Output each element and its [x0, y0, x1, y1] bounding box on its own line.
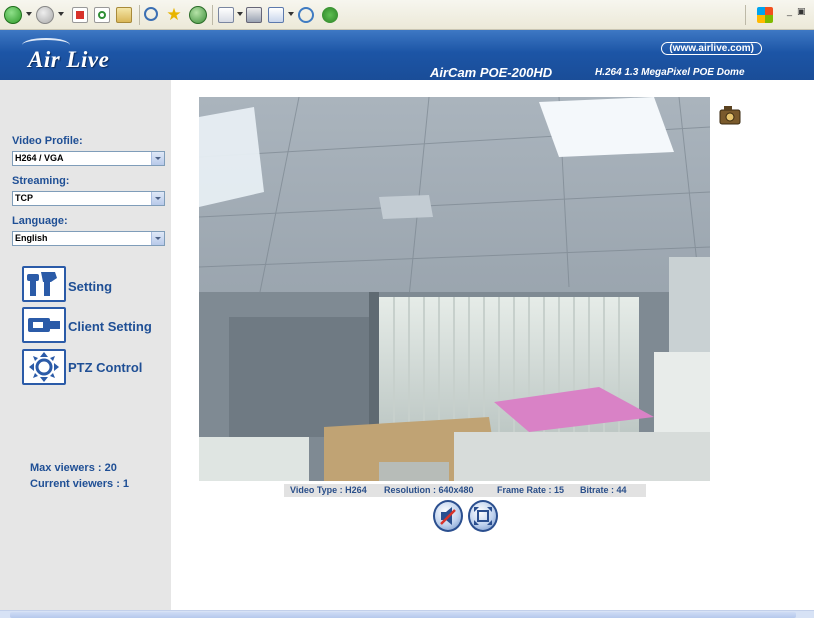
video-profile-select[interactable]: H264 / VGA [12, 151, 165, 166]
print-icon[interactable] [246, 7, 262, 23]
ptz-icon[interactable] [22, 349, 66, 385]
restore-icon[interactable]: ▣ [797, 6, 806, 17]
back-dropdown-icon[interactable] [26, 12, 32, 16]
streaming-value: TCP [15, 193, 33, 203]
video-status-bar: Video Type : H264 Resolution : 640x480 F… [284, 484, 646, 497]
chevron-down-icon[interactable] [151, 152, 164, 165]
forward-dropdown-icon[interactable] [58, 12, 64, 16]
camera-image [199, 97, 710, 481]
messenger-icon[interactable] [322, 7, 338, 23]
stop-icon[interactable] [72, 7, 88, 23]
chevron-down-icon[interactable] [151, 232, 164, 245]
setting-link[interactable]: Setting [68, 279, 112, 294]
streaming-label: Streaming: [12, 175, 70, 187]
minimize-icon[interactable]: _ [787, 6, 792, 16]
snapshot-camera-icon[interactable] [718, 104, 742, 126]
edit-dropdown-icon[interactable] [288, 12, 294, 16]
frame-rate: Frame Rate : 15 [497, 485, 565, 495]
back-icon[interactable] [4, 6, 22, 24]
toolbar-divider [139, 5, 140, 25]
resolution: Resolution : 640x480 [384, 485, 474, 495]
language-select[interactable]: English [12, 231, 165, 246]
search-icon[interactable] [144, 7, 158, 21]
browser-toolbar: ★ _ ▣ [0, 0, 814, 30]
toolbar-divider [745, 5, 746, 25]
chevron-down-icon[interactable] [151, 192, 164, 205]
windows-logo-icon [757, 7, 773, 23]
mail-icon[interactable] [218, 7, 234, 23]
edit-icon[interactable] [268, 7, 284, 23]
forward-icon[interactable] [36, 6, 54, 24]
sidebar: Video Profile: H264 / VGA Streaming: TCP… [0, 80, 171, 610]
horizontal-scrollbar[interactable] [0, 610, 814, 618]
video-type: Video Type : H264 [290, 485, 367, 495]
language-value: English [15, 233, 48, 243]
client-setting-link[interactable]: Client Setting [68, 319, 152, 334]
refresh-icon[interactable] [94, 7, 110, 23]
model-description: H.264 1.3 MegaPixel POE Dome [595, 67, 745, 78]
website-link[interactable]: (www.airlive.com) [661, 42, 762, 55]
scrollbar-thumb[interactable] [10, 612, 796, 618]
airlive-logo: Air Live [28, 47, 110, 72]
toolbar-divider [212, 5, 213, 25]
fullscreen-icon[interactable] [468, 500, 498, 532]
speaker-mute-icon[interactable] [433, 500, 463, 532]
favorites-icon[interactable]: ★ [166, 6, 182, 23]
ptz-control-link[interactable]: PTZ Control [68, 360, 142, 375]
video-profile-label: Video Profile: [12, 135, 83, 147]
home-icon[interactable] [116, 7, 132, 23]
bitrate: Bitrate : 44 [580, 485, 627, 495]
discuss-icon[interactable] [298, 7, 314, 23]
video-feed[interactable] [199, 97, 710, 481]
language-label: Language: [12, 215, 68, 227]
video-profile-value: H264 / VGA [15, 153, 64, 163]
max-viewers: Max viewers : 20 [30, 462, 117, 474]
current-viewers: Current viewers : 1 [30, 478, 130, 490]
mail-dropdown-icon[interactable] [237, 12, 243, 16]
tools-icon[interactable] [22, 266, 66, 302]
streaming-select[interactable]: TCP [12, 191, 165, 206]
model-name: AirCam POE-200HD [430, 65, 553, 80]
plug-icon[interactable] [22, 307, 66, 343]
history-icon[interactable] [189, 6, 207, 24]
header-banner: Air Live (www.airlive.com) AirCam POE-20… [0, 30, 814, 80]
